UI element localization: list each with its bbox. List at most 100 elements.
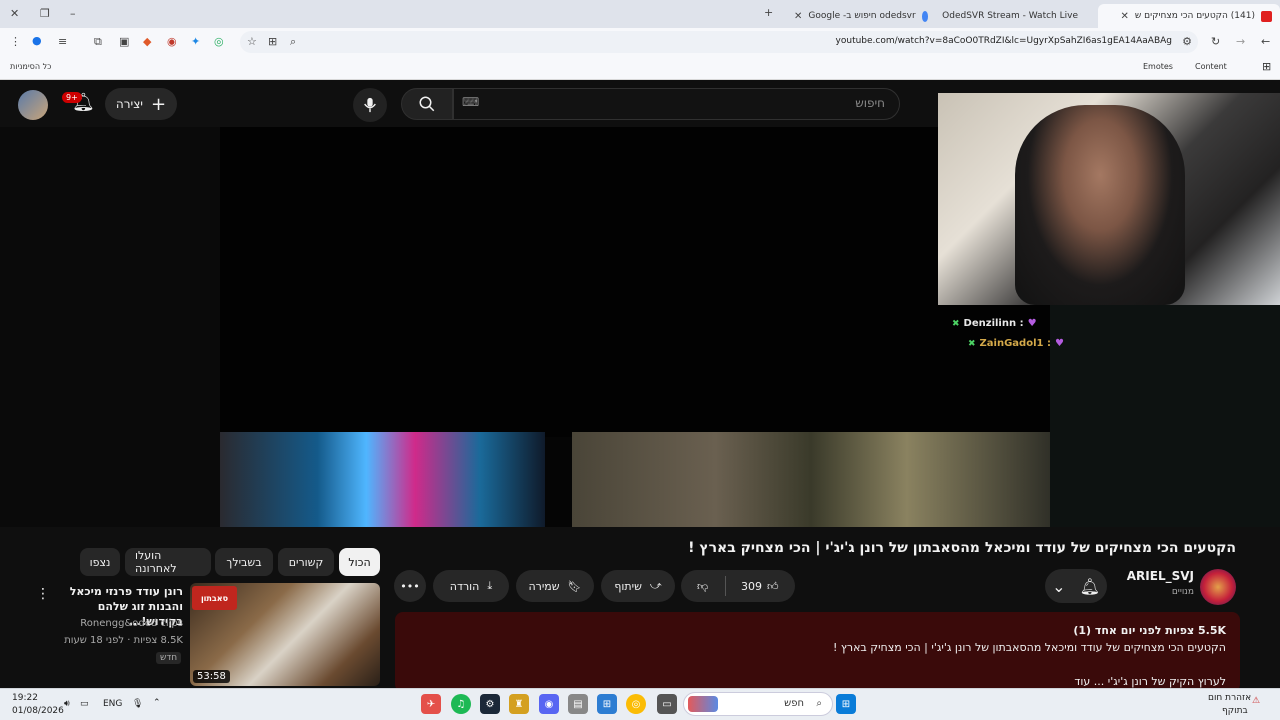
account-avatar[interactable] xyxy=(18,90,48,120)
profile-icon[interactable]: ● xyxy=(32,34,42,47)
share-button[interactable]: שיתוף ⤻ xyxy=(601,570,675,602)
chat-username: Denzilinn : xyxy=(963,318,1024,329)
video-frame[interactable] xyxy=(220,127,1050,437)
like-count[interactable]: 309 xyxy=(741,580,762,593)
video-blurred-scene-right xyxy=(572,432,1050,527)
chip-related[interactable]: קשורים xyxy=(278,548,334,576)
download-label: הורדה xyxy=(449,579,480,593)
divider xyxy=(725,576,726,596)
save-button[interactable]: שמירה 🔖︎ xyxy=(516,570,594,602)
extension-icon[interactable]: ≡ xyxy=(58,35,67,48)
search-highlight-image xyxy=(688,696,718,712)
close-tab-icon[interactable]: ✕ xyxy=(1120,11,1128,22)
search-icon xyxy=(419,96,435,112)
volume-icon[interactable]: 🔊︎ xyxy=(64,699,70,709)
more-vertical-icon[interactable]: ⋮ xyxy=(36,586,50,602)
back-icon[interactable]: ← xyxy=(1261,35,1270,48)
chevron-up-icon[interactable]: ⌃ xyxy=(153,698,161,708)
url-text: youtube.com/watch?v=8aCoO0TRdZI&lc=UgyrX… xyxy=(835,36,1172,46)
spotify-app-icon[interactable]: ♫ xyxy=(451,694,471,714)
chip-all[interactable]: הכול xyxy=(339,548,380,576)
maximize-window-icon[interactable]: ❐ xyxy=(40,7,50,20)
channel-name[interactable]: ARIEL_SVJ xyxy=(1110,569,1194,583)
keyboard-icon[interactable]: ⌨ xyxy=(462,95,479,109)
start-apps-icon[interactable]: ⊞ xyxy=(597,694,617,714)
like-icon[interactable]: 👍︎ xyxy=(767,580,779,593)
windows-start-icon[interactable]: ⊞ xyxy=(836,694,856,714)
create-button[interactable]: יצירה + xyxy=(105,88,177,120)
forward-icon[interactable]: → xyxy=(1236,35,1245,48)
close-window-icon[interactable]: ✕ xyxy=(10,7,19,20)
site-info-icon[interactable]: ⚙ xyxy=(1182,35,1192,48)
search-placeholder: חיפוש xyxy=(855,96,885,110)
network-icon[interactable]: ▭ xyxy=(80,699,89,709)
related-video-channel[interactable]: Ronengg&oded clips xyxy=(48,618,183,629)
more-actions-button[interactable]: ••• xyxy=(394,570,426,602)
bookmark-content[interactable]: Content xyxy=(1195,62,1227,71)
google-icon xyxy=(921,10,928,22)
extension-icon[interactable]: ◎ xyxy=(214,35,224,48)
tab-kick[interactable]: OdedSVR Stream - Watch Live ✕ xyxy=(942,4,1092,28)
telegram-app-icon[interactable]: ✈ xyxy=(421,694,441,714)
extension-icon[interactable]: ◆ xyxy=(143,35,151,48)
chat-message: ✖ ZainGadol1 : ♥ xyxy=(968,338,1064,349)
video-blurred-scene-left xyxy=(220,432,545,527)
weather-alert[interactable]: אזהרת חום xyxy=(1208,693,1251,703)
microphone-icon[interactable]: 🎙︎ xyxy=(132,699,143,709)
related-video-meta: 8.5K צפיות · לפני 18 שעות xyxy=(64,635,183,646)
share-label: שיתוף xyxy=(614,579,642,593)
search-button[interactable] xyxy=(401,88,453,120)
extension-icon[interactable]: ▣ xyxy=(119,35,129,48)
kick-badge-icon: ✖ xyxy=(952,318,960,329)
like-dislike-group: 👎︎ 309 👍︎ xyxy=(681,570,795,602)
minimize-window-icon[interactable]: – xyxy=(70,7,76,20)
zoom-icon[interactable]: ⌕ xyxy=(290,35,296,49)
chip-recently-uploaded[interactable]: הועלו לאחרונה xyxy=(125,548,211,576)
chrome-app-icon[interactable]: ◎ xyxy=(626,694,646,714)
tab-youtube[interactable]: (141) הקטעים הכי מצחיקים ש ✕ xyxy=(1098,4,1280,28)
discord-app-icon[interactable]: ◉ xyxy=(539,694,559,714)
channel-avatar[interactable] xyxy=(1200,569,1236,605)
reload-icon[interactable]: ↻ xyxy=(1211,35,1220,48)
voice-search-button[interactable] xyxy=(353,88,387,122)
bookmark-emotes[interactable]: Emotes xyxy=(1143,62,1173,71)
steam-app-icon[interactable]: ⚙ xyxy=(480,694,500,714)
task-view-icon[interactable]: ▭ xyxy=(657,694,677,714)
menu-icon[interactable]: ⋮ xyxy=(10,35,21,48)
chip-watched[interactable]: נצפו xyxy=(80,548,120,576)
taskbar-search[interactable]: ⌕ חפש xyxy=(683,692,833,716)
all-bookmarks[interactable]: כל הסימניות xyxy=(10,62,51,71)
tab-strip: ✕ ❐ – + (141) הקטעים הכי מצחיקים ש ✕ Ode… xyxy=(0,0,1280,28)
description-line[interactable]: לערוץ הקיק של רונן ג'יג'י ... עוד xyxy=(1074,675,1226,688)
translate-icon[interactable]: ⊞ xyxy=(268,35,277,48)
bell-icon: 🔔︎ xyxy=(1079,576,1100,596)
subscribed-button[interactable]: ⌄ 🔔︎ xyxy=(1045,569,1107,603)
app-icon[interactable]: ♜ xyxy=(509,694,529,714)
extension-icon[interactable]: ✦ xyxy=(191,35,200,48)
chat-username: ZainGadol1 : xyxy=(979,338,1051,349)
chip-for-you[interactable]: בשבילך xyxy=(215,548,273,576)
extension-icon[interactable]: ◉ xyxy=(167,35,177,48)
view-count: 5.5K צפיות xyxy=(1165,624,1226,637)
weather-warning-icon[interactable]: ⚠ xyxy=(1252,696,1260,706)
bookmark-star-icon[interactable]: ☆ xyxy=(247,35,257,48)
app-icon[interactable]: ▤ xyxy=(568,694,588,714)
dislike-icon[interactable]: 👎︎ xyxy=(697,580,708,593)
new-badge: חדש xyxy=(156,652,182,664)
clock-date[interactable]: 01/08/2026 xyxy=(12,706,64,716)
language-indicator[interactable]: ENG xyxy=(103,699,122,709)
address-bar[interactable]: ☆ ⊞ ⌕ youtube.com/watch?v=8aCoO0TRdZI&lc… xyxy=(240,31,1198,53)
search-input[interactable]: חיפוש ⌨ xyxy=(453,88,900,120)
weather-status[interactable]: בתוקף xyxy=(1222,706,1248,716)
upload-age: לפני יום אחד (1) xyxy=(1073,624,1162,637)
more-horizontal-icon: ••• xyxy=(400,579,420,593)
microphone-icon xyxy=(364,97,376,113)
extensions-puzzle-icon[interactable]: ⧉ xyxy=(94,35,102,49)
apps-grid-icon[interactable]: ⊞ xyxy=(1262,60,1271,73)
new-tab-icon[interactable]: + xyxy=(764,6,773,19)
heart-emote-icon: ♥ xyxy=(1027,318,1037,329)
download-button[interactable]: הורדה ⤓ xyxy=(433,570,509,602)
close-tab-icon[interactable]: ✕ xyxy=(794,11,802,22)
tab-google[interactable]: odedsvr חיפוש ב- Google ✕ xyxy=(786,4,936,28)
clock-time[interactable]: 19:22 xyxy=(12,693,38,703)
